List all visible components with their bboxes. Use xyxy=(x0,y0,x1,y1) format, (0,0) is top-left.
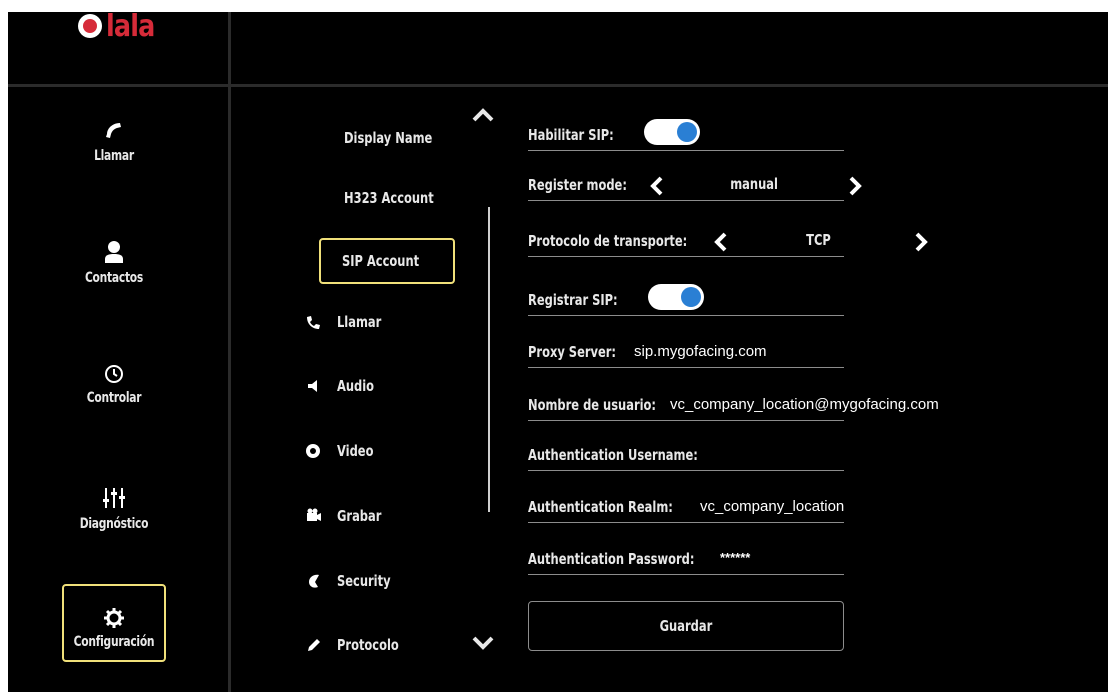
record-icon xyxy=(307,508,321,521)
pencil-icon xyxy=(308,639,320,651)
camera-icon xyxy=(306,444,320,458)
submenu-label: Protocolo xyxy=(337,636,399,654)
row-habilitar-sip: Habilitar SIP: xyxy=(528,119,844,151)
submenu-label: Grabar xyxy=(337,507,382,525)
auth-password-value: ****** xyxy=(720,550,751,565)
row-nombre-usuario[interactable]: Nombre de usuario: vc_company_location@m… xyxy=(528,390,939,421)
shield-icon xyxy=(309,574,319,588)
phone-icon xyxy=(106,123,121,138)
nav-item-configuracion[interactable]: Configuración xyxy=(62,584,166,662)
person-icon xyxy=(105,241,123,263)
screen: lala Llamar Contactos Controlar Diagnóst… xyxy=(8,12,1108,692)
row-auth-username[interactable]: Authentication Username: xyxy=(528,440,844,471)
submenu-item-audio[interactable]: Audio xyxy=(305,377,381,395)
field-label: Habilitar SIP: xyxy=(528,126,614,144)
nav-label: Contactos xyxy=(84,270,144,286)
guardar-button[interactable]: Guardar xyxy=(528,601,844,651)
submenu-item-h323-account[interactable]: H323 Account xyxy=(344,189,450,207)
scroll-up-icon[interactable] xyxy=(472,108,494,122)
nav-label: Llamar xyxy=(94,148,134,164)
field-label: Authentication Realm: xyxy=(528,498,673,516)
field-label: Authentication Username: xyxy=(528,446,698,464)
register-mode-value: manual xyxy=(730,175,778,193)
submenu-label: Llamar xyxy=(337,313,382,331)
header-divider xyxy=(8,84,1108,87)
sliders-icon xyxy=(103,488,125,508)
row-proxy-server[interactable]: Proxy Server: sip.mygofacing.com xyxy=(528,337,844,368)
submenu-label: Display Name xyxy=(344,129,433,147)
nav-label: Configuración xyxy=(73,634,155,650)
chevron-right-icon[interactable] xyxy=(848,176,862,196)
logo-text: lala xyxy=(106,12,155,44)
chevron-left-icon[interactable] xyxy=(714,232,728,252)
field-label: Registrar SIP: xyxy=(528,291,618,309)
submenu-scrollbar[interactable] xyxy=(488,207,490,512)
username-value: vc_company_location@mygofacing.com xyxy=(670,396,939,413)
proxy-server-value: sip.mygofacing.com xyxy=(634,343,767,360)
field-label: Proxy Server: xyxy=(528,343,617,361)
auth-realm-value: vc_company_location xyxy=(700,498,845,515)
transport-value: TCP xyxy=(806,231,831,249)
scroll-down-icon[interactable] xyxy=(472,636,494,650)
clock-icon xyxy=(105,365,123,383)
nav-label: Diagnóstico xyxy=(79,516,149,532)
nav-item-llamar[interactable]: Llamar xyxy=(62,120,166,164)
nav-label: Controlar xyxy=(86,390,142,406)
guardar-label: Guardar xyxy=(659,617,713,635)
brand-logo: lala xyxy=(78,12,163,44)
nav-item-controlar[interactable]: Controlar xyxy=(62,364,166,406)
sidebar-divider xyxy=(228,12,231,692)
submenu-label: Video xyxy=(337,442,374,460)
row-auth-realm[interactable]: Authentication Realm: vc_company_locatio… xyxy=(528,492,844,523)
toggle-knob xyxy=(681,287,701,307)
nav-item-diagnostico[interactable]: Diagnóstico xyxy=(62,486,166,532)
row-register-mode: Register mode: manual xyxy=(528,170,862,201)
field-label: Authentication Password: xyxy=(528,550,695,568)
submenu-label: H323 Account xyxy=(344,189,434,207)
habilitar-sip-toggle[interactable] xyxy=(644,119,700,145)
row-protocolo-transporte: Protocolo de transporte: TCP xyxy=(528,226,928,257)
field-label: Nombre de usuario: xyxy=(528,396,657,414)
submenu-item-protocolo[interactable]: Protocolo xyxy=(305,636,410,654)
submenu-label: Audio xyxy=(337,377,375,395)
chevron-right-icon[interactable] xyxy=(914,232,928,252)
speaker-icon xyxy=(308,380,317,392)
submenu-item-display-name[interactable]: Display Name xyxy=(344,129,448,147)
submenu-label: SIP Account xyxy=(341,252,419,270)
logo-mark-icon xyxy=(78,14,102,38)
row-auth-password[interactable]: Authentication Password: ****** xyxy=(528,544,844,575)
field-label: Protocolo de transporte: xyxy=(528,232,688,250)
registrar-sip-toggle[interactable] xyxy=(648,284,704,310)
submenu-item-sip-account[interactable]: SIP Account xyxy=(319,238,455,284)
submenu-item-video[interactable]: Video xyxy=(305,442,380,460)
submenu-item-llamar[interactable]: Llamar xyxy=(305,313,389,331)
gear-icon xyxy=(104,608,124,628)
phone-icon xyxy=(307,316,320,329)
toggle-knob xyxy=(677,122,697,142)
submenu-item-grabar[interactable]: Grabar xyxy=(305,507,389,525)
field-label: Register mode: xyxy=(528,176,627,194)
submenu-item-security[interactable]: Security xyxy=(305,572,400,590)
chevron-left-icon[interactable] xyxy=(650,176,664,196)
row-registrar-sip: Registrar SIP: xyxy=(528,284,844,316)
nav-item-contactos[interactable]: Contactos xyxy=(62,240,166,286)
submenu-label: Security xyxy=(337,572,391,590)
